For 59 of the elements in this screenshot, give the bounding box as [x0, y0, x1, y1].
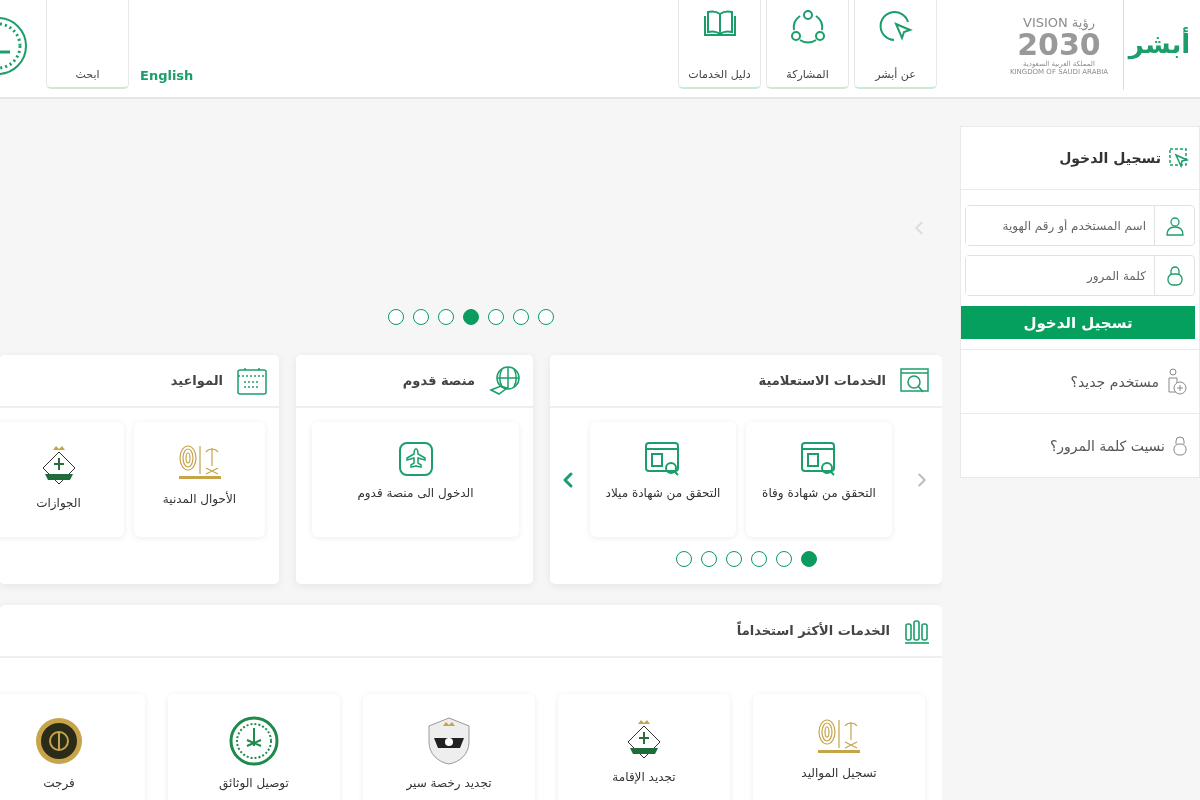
card-title: الخدمات الاستعلامية	[758, 373, 886, 388]
round-emblem-icon	[34, 716, 84, 766]
round-emblem-icon	[229, 716, 279, 766]
card-title: المواعيد	[170, 373, 223, 388]
nav-tile[interactable]: عن أبشر	[854, 0, 937, 89]
carousel-dot[interactable]	[775, 551, 792, 567]
document-search-icon	[801, 442, 837, 476]
book-icon	[702, 8, 737, 38]
carousel-dot[interactable]	[750, 551, 767, 567]
service-tile[interactable]: الدخول الى منصة قدوم	[312, 422, 519, 537]
service-tile[interactable]: تجديد رخصة سير	[363, 694, 535, 800]
service-tile[interactable]: التحقق من شهادة ميلاد	[590, 422, 736, 537]
user-icon	[1165, 215, 1184, 236]
login-link[interactable]: مستخدم جديد؟	[961, 349, 1199, 413]
nav-tile[interactable]: دليل الخدمات	[678, 0, 761, 89]
carousel-dot[interactable]	[488, 309, 504, 325]
cursor-circle-icon	[877, 8, 914, 44]
shield-emblem-icon	[426, 716, 472, 766]
carousel-dot[interactable]	[463, 309, 479, 325]
logo-text: رؤية	[1071, 14, 1095, 30]
logo-text: 2030	[1017, 29, 1101, 60]
carousel-dot[interactable]	[513, 309, 529, 325]
carousel-dot[interactable]	[538, 309, 554, 325]
service-tile[interactable]: فرجت	[0, 694, 145, 800]
carousel-dot[interactable]	[700, 551, 717, 567]
lock-icon	[1173, 435, 1187, 456]
panel-title: تسجيل الدخول	[1059, 150, 1161, 166]
add-user-icon	[1167, 367, 1187, 396]
service-tile[interactable]: الأحوال المدنية	[134, 422, 265, 537]
carousel-dot[interactable]	[438, 309, 454, 325]
carousel-dot[interactable]	[388, 309, 404, 325]
airplane-icon	[398, 442, 433, 476]
calendar-icon	[237, 366, 267, 395]
carousel-dot[interactable]	[675, 551, 692, 567]
service-tile[interactable]: التحقق من شهادة وفاة	[746, 422, 892, 537]
fingerprint-palm-emblem-icon	[176, 442, 223, 482]
service-tile[interactable]: الجوازات	[0, 422, 124, 537]
cursor-select-icon	[1169, 148, 1189, 168]
document-search-icon	[645, 442, 681, 476]
search-window-icon	[900, 367, 930, 394]
service-tile[interactable]: تجديد الإقامة	[558, 694, 730, 800]
service-tile[interactable]: توصيل الوثائق	[168, 694, 340, 800]
nav-tile[interactable]: المشاركة	[766, 0, 849, 89]
globe-plane-icon	[489, 365, 521, 396]
bar-chart-icon	[904, 617, 930, 644]
login-link[interactable]: نسيت كلمة المرور؟	[961, 413, 1199, 477]
logo: أبشر	[1123, 0, 1195, 90]
lock-icon	[1166, 265, 1183, 286]
service-tile[interactable]: تسجيل المواليد	[753, 694, 925, 800]
carousel-dot[interactable]	[413, 309, 429, 325]
password-field[interactable]: كلمة المرور	[965, 255, 1195, 296]
card-title: منصة قدوم	[402, 373, 475, 388]
logo-text: VISION	[1023, 14, 1068, 30]
carousel-dot[interactable]	[725, 551, 742, 567]
carousel-dot[interactable]	[800, 551, 817, 567]
fingerprint-palm-emblem-icon	[816, 716, 862, 756]
share-nodes-icon	[788, 8, 827, 44]
search-tile[interactable]: ابحث	[46, 0, 129, 89]
card-title: الخدمات الأكثر استخداماً	[736, 623, 890, 638]
